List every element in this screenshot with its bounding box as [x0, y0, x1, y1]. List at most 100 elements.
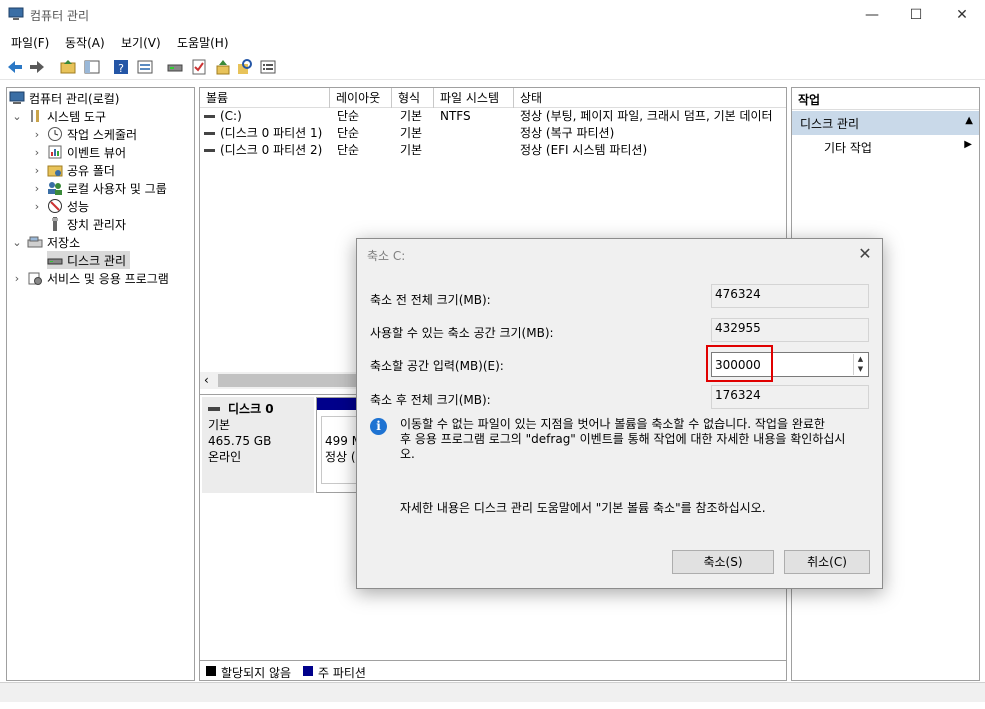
- tree-label: 로컬 사용자 및 그룹: [67, 181, 167, 196]
- performance-icon: [48, 199, 62, 213]
- help-message: 자세한 내용은 디스크 관리 도움말에서 "기본 볼륨 축소"를 참조하십시오.: [400, 501, 766, 515]
- chevron-right-icon[interactable]: ›: [11, 272, 23, 285]
- tree-item-root[interactable]: 컴퓨터 관리(로컬): [9, 89, 119, 107]
- table-row[interactable]: (디스크 0 파티션 2) 단순 기본 정상 (EFI 시스템 파티션): [200, 142, 786, 159]
- show-hide-tree-icon[interactable]: [83, 58, 101, 76]
- disk-name: 디스크 0: [228, 402, 274, 416]
- tree-item-system-tools[interactable]: ⌄ 시스템 도구: [11, 107, 106, 125]
- volume-status: 정상 (복구 파티션): [520, 126, 615, 140]
- computer-management-icon: [9, 91, 25, 104]
- scrollbar-thumb[interactable]: [218, 374, 378, 387]
- tree-label: 시스템 도구: [47, 109, 107, 124]
- volume-fs: NTFS: [440, 109, 471, 123]
- volume-layout: 단순: [337, 143, 360, 157]
- tree-item-device-manager[interactable]: 장치 관리자: [47, 215, 126, 233]
- tree-item-shared-folders[interactable]: › 공유 폴더: [31, 161, 115, 179]
- forward-arrow-icon[interactable]: [28, 58, 46, 76]
- shared-folder-icon: [47, 165, 63, 177]
- maximize-button[interactable]: ☐: [893, 0, 939, 30]
- chevron-right-icon[interactable]: ›: [31, 146, 43, 159]
- volume-icon: [204, 115, 215, 118]
- dialog-close-icon[interactable]: ✕: [853, 243, 877, 265]
- chevron-down-icon[interactable]: ⌄: [11, 236, 23, 249]
- close-button[interactable]: ✕: [939, 0, 985, 30]
- export-icon[interactable]: [214, 58, 232, 76]
- tree-item-disk-management[interactable]: 디스크 관리: [47, 251, 131, 269]
- shrink-button[interactable]: 축소(S): [672, 550, 774, 574]
- window-title: 컴퓨터 관리: [30, 9, 90, 23]
- dialog-title: 축소 C:: [367, 249, 406, 263]
- column-status[interactable]: 상태: [514, 88, 786, 108]
- svg-text:?: ?: [118, 62, 124, 75]
- volume-type: 기본: [400, 109, 423, 123]
- volume-layout: 단순: [337, 126, 360, 140]
- partition-block[interactable]: 499 M 정상 (: [316, 397, 358, 493]
- users-icon: [48, 182, 62, 195]
- legend-primary: 주 파티션: [318, 666, 366, 680]
- disk-label-panel[interactable]: 디스크 0 기본 465.75 GB 온라인: [202, 397, 314, 493]
- menu-action[interactable]: 동작(A): [65, 34, 105, 51]
- legend-bar: 할당되지 않음 주 파티션: [200, 660, 786, 680]
- properties-icon[interactable]: [136, 58, 154, 76]
- spin-down-icon[interactable]: ▼: [854, 364, 867, 374]
- back-arrow-icon[interactable]: [6, 58, 24, 76]
- tree-item-local-users[interactable]: › 로컬 사용자 및 그룹: [31, 179, 167, 197]
- scroll-left-icon[interactable]: ‹: [204, 372, 209, 389]
- toolbar: ?: [0, 54, 985, 80]
- chevron-down-icon[interactable]: ⌄: [11, 110, 23, 123]
- total-after-value: 176324: [711, 385, 869, 409]
- column-volume[interactable]: 볼륨: [200, 88, 330, 108]
- checklist-icon[interactable]: [190, 58, 208, 76]
- disk-state: 온라인: [208, 450, 242, 464]
- chevron-right-icon[interactable]: ›: [31, 164, 43, 177]
- total-before-value: 476324: [711, 284, 869, 308]
- info-message: 이동할 수 없는 파일이 있는 지점을 벗어나 볼륨을 축소할 수 없습니다. …: [400, 417, 872, 462]
- available-space-value: 432955: [711, 318, 869, 342]
- tree-label: 이벤트 뷰어: [67, 145, 127, 160]
- list-view-icon[interactable]: [259, 58, 277, 76]
- actions-section-disk-management[interactable]: 디스크 관리 ▲: [792, 111, 979, 135]
- tree-item-performance[interactable]: › 성능: [31, 197, 89, 215]
- unallocated-swatch: [206, 666, 216, 676]
- tree-label: 컴퓨터 관리(로컬): [29, 91, 120, 106]
- tree-label: 저장소: [47, 235, 81, 250]
- event-viewer-icon: [48, 145, 62, 159]
- device-manager-icon: [52, 217, 58, 231]
- actions-header: 작업: [792, 88, 979, 110]
- cancel-button[interactable]: 취소(C): [784, 550, 870, 574]
- menu-bar: 파일(F) 동작(A) 보기(V) 도움말(H): [0, 30, 985, 52]
- table-row[interactable]: (C:) 단순 기본 NTFS 정상 (부팅, 페이지 파일, 크래시 덤프, …: [200, 108, 786, 125]
- action-more[interactable]: 기타 작업 ▶: [824, 139, 976, 157]
- tree-item-services[interactable]: › 서비스 및 응용 프로그램: [11, 269, 169, 287]
- chevron-right-icon[interactable]: ›: [31, 200, 43, 213]
- info-line: 이동할 수 없는 파일이 있는 지점을 벗어나 볼륨을 축소할 수 없습니다. …: [400, 417, 825, 431]
- chevron-right-icon[interactable]: ›: [31, 182, 43, 195]
- tree-label: 공유 폴더: [67, 163, 115, 178]
- shrink-dialog: 축소 C: ✕ 축소 전 전체 크기(MB): 476324 사용할 수 있는 …: [356, 238, 883, 589]
- table-row[interactable]: (디스크 0 파티션 1) 단순 기본 정상 (복구 파티션): [200, 125, 786, 142]
- tree-item-event-viewer[interactable]: › 이벤트 뷰어: [31, 143, 126, 161]
- chevron-right-icon[interactable]: ›: [31, 128, 43, 141]
- column-type[interactable]: 형식: [392, 88, 434, 108]
- volume-name: (디스크 0 파티션 2): [220, 143, 323, 157]
- tree-item-task-scheduler[interactable]: › 작업 스케줄러: [31, 125, 137, 143]
- clock-icon: [48, 127, 62, 141]
- menu-view[interactable]: 보기(V): [121, 34, 161, 51]
- minimize-button[interactable]: —: [849, 0, 895, 30]
- tree-item-storage[interactable]: ⌄ 저장소: [11, 233, 80, 251]
- disk-icon[interactable]: [166, 58, 184, 76]
- column-file-system[interactable]: 파일 시스템: [434, 88, 514, 108]
- menu-file[interactable]: 파일(F): [11, 34, 49, 51]
- column-layout[interactable]: 레이아웃: [330, 88, 392, 108]
- up-folder-icon[interactable]: [59, 58, 77, 76]
- volume-layout: 단순: [337, 109, 360, 123]
- spin-control[interactable]: ▲ ▼: [853, 354, 867, 375]
- collapse-up-icon[interactable]: ▲: [965, 115, 973, 126]
- tree-label: 디스크 관리: [67, 253, 127, 268]
- search-icon[interactable]: [236, 58, 254, 76]
- help-icon[interactable]: ?: [112, 58, 130, 76]
- spin-up-icon[interactable]: ▲: [854, 354, 867, 364]
- total-before-label: 축소 전 전체 크기(MB):: [370, 293, 491, 307]
- partition-status: 정상 (: [325, 450, 356, 464]
- menu-help[interactable]: 도움말(H): [177, 34, 229, 51]
